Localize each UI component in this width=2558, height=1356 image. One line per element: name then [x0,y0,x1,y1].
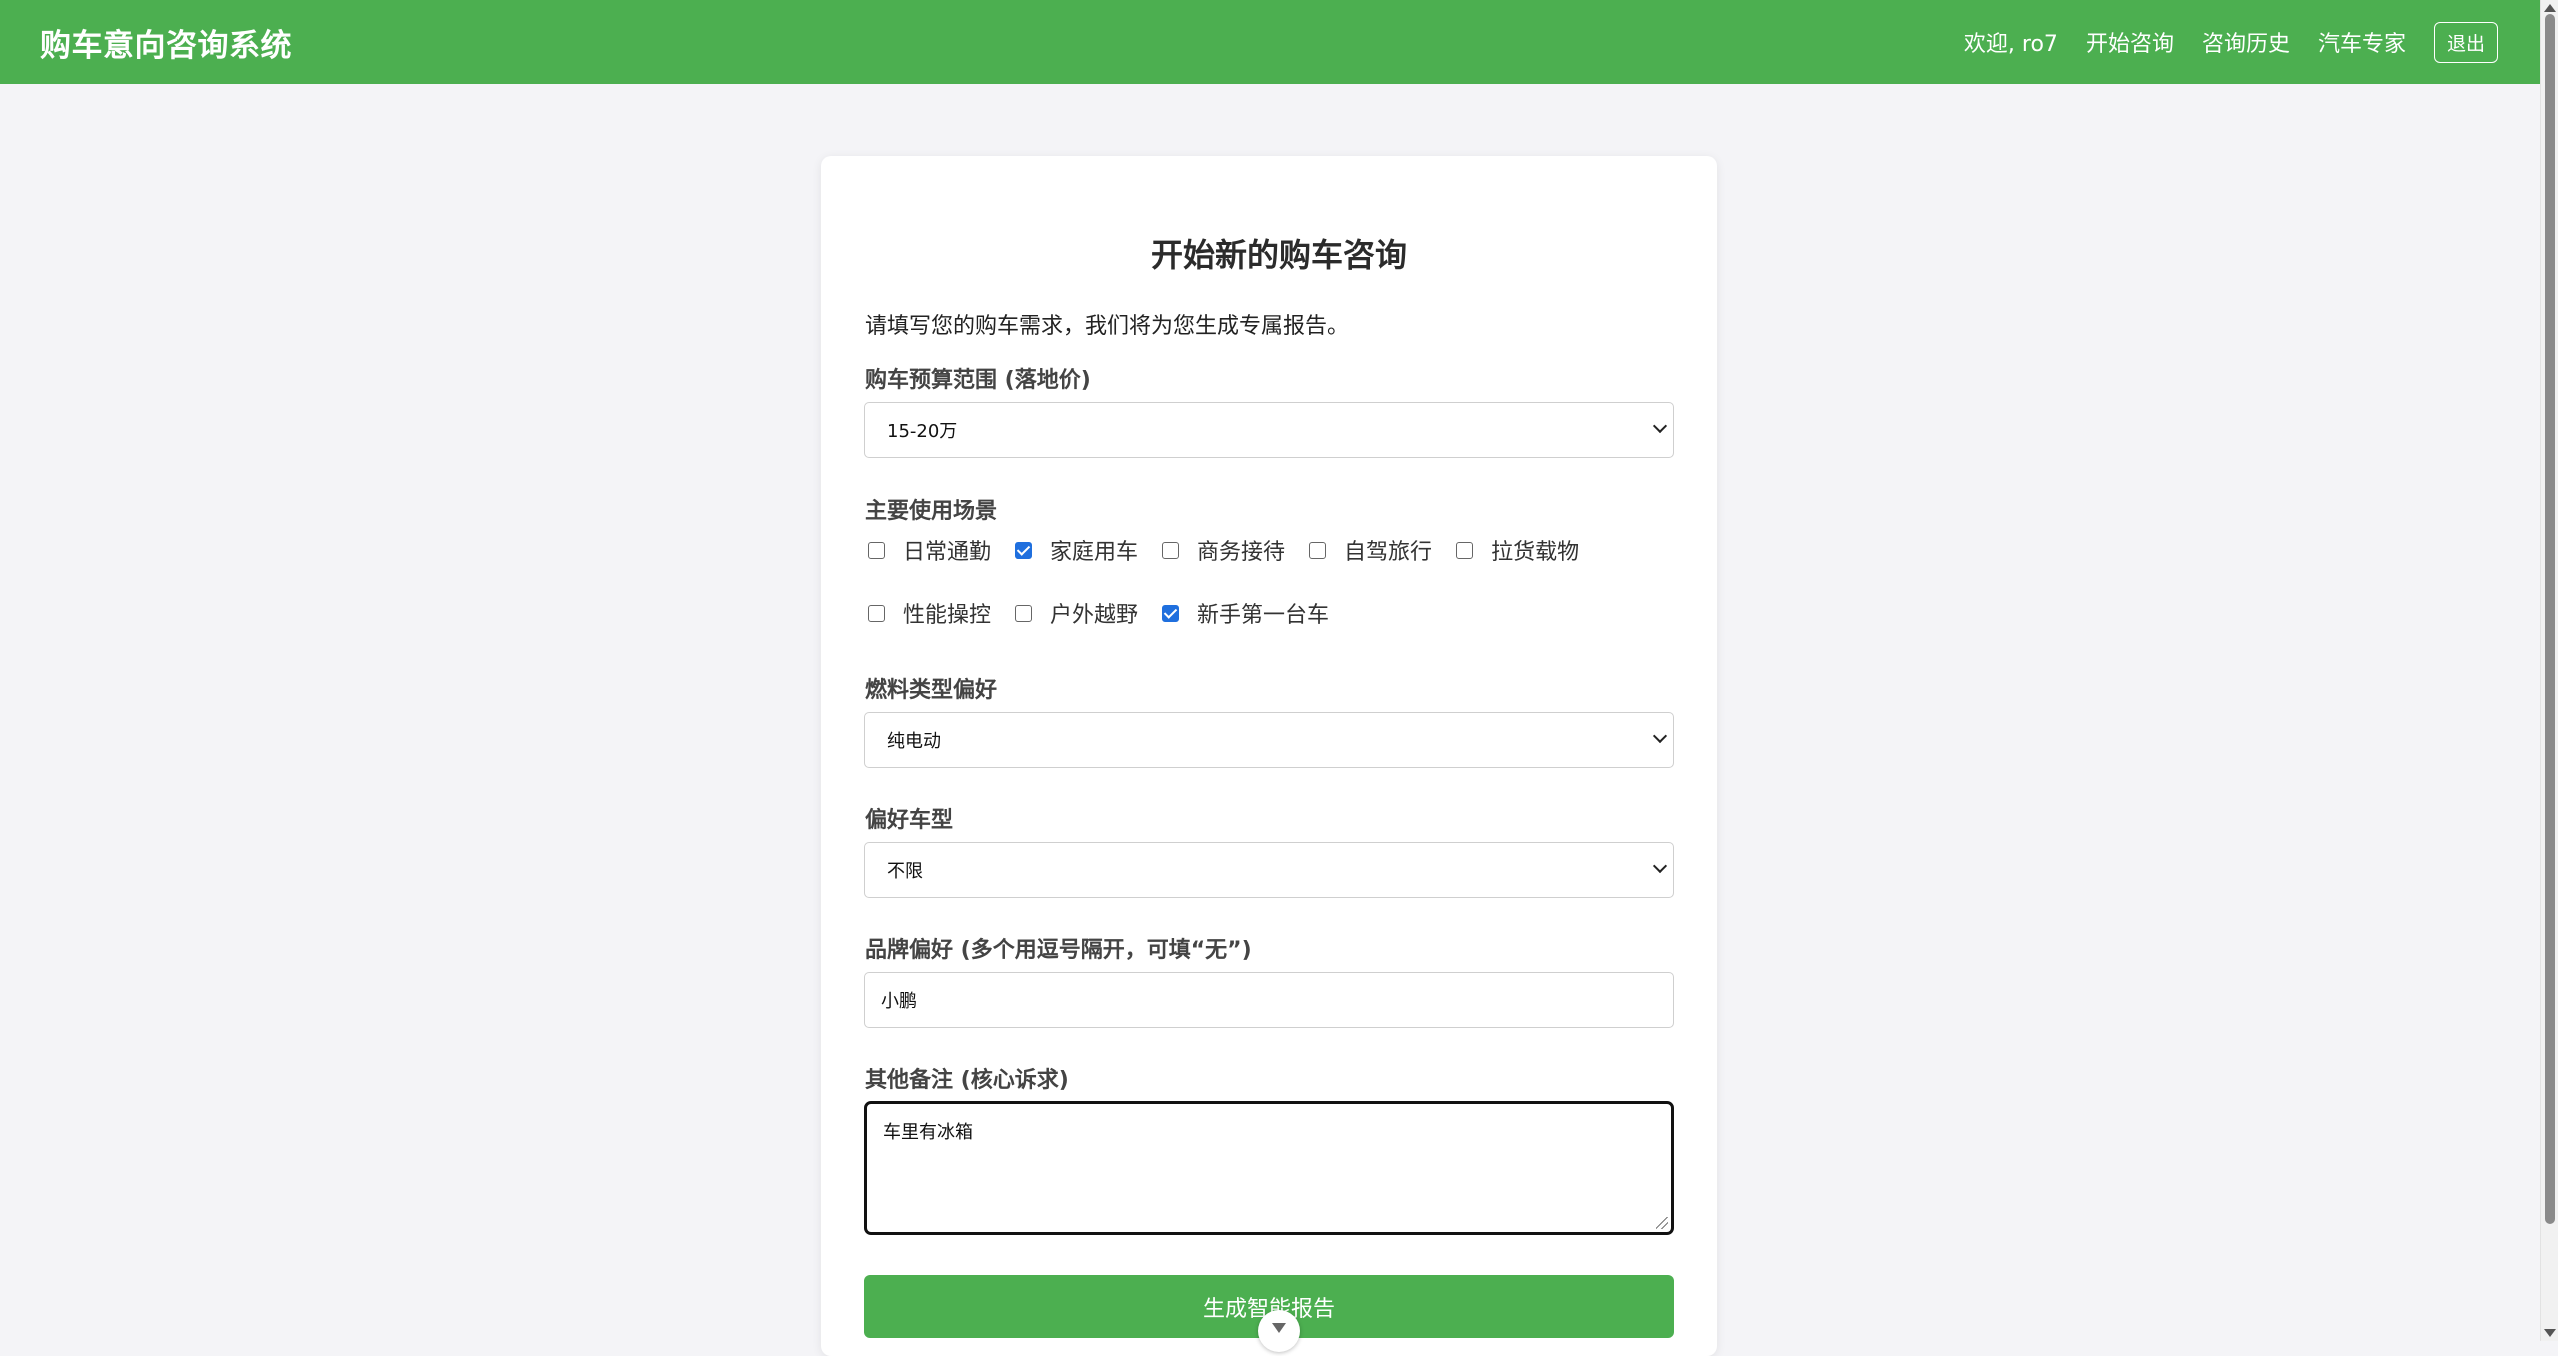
notes-label: 其他备注 (核心诉求) [865,1068,1069,1093]
budget-label: 购车预算范围 (落地价) [865,368,1091,393]
nav-expert[interactable]: 汽车专家 [2318,26,2406,58]
body-type-label: 偏好车型 [865,808,954,833]
logout-button[interactable]: 退出 [2433,21,2498,63]
form-intro: 请填写您的购车需求，我们将为您生成专属报告。 [865,314,1350,339]
checkbox-roadtrip[interactable] [1309,541,1327,559]
checkbox-label: 日常通勤 [903,540,992,565]
checkbox-label: 家庭用车 [1050,540,1139,565]
notes-textarea-value: 车里有冰箱 [883,1122,973,1143]
scroll-down-fab-icon[interactable] [1258,1310,1300,1352]
checkbox-first-car[interactable] [1162,604,1180,622]
scroll-thumb[interactable] [2545,14,2555,1224]
fuel-select[interactable]: 纯电动 [864,712,1674,768]
scroll-up-arrow-icon[interactable] [2544,4,2556,12]
scenario-option[interactable]: 新手第一台车 [1162,597,1329,629]
scroll-down-arrow-icon[interactable] [2544,1329,2556,1337]
scenario-option[interactable]: 商务接待 [1162,534,1285,566]
scenario-option[interactable]: 日常通勤 [868,534,991,566]
fuel-select-value: 纯电动 [887,731,941,752]
scenarios-row-2: 性能操控 户外越野 新手第一台车 [868,597,1353,629]
checkbox-commute[interactable] [868,541,885,559]
fuel-label: 燃料类型偏好 [865,678,998,703]
body-type-select-value: 不限 [887,861,923,882]
chevron-down-icon [1652,858,1668,874]
checkbox-label: 新手第一台车 [1197,603,1330,628]
scenarios-label: 主要使用场景 [865,499,998,524]
welcome-text: 欢迎, ro7 [1963,32,2058,57]
nav-history[interactable]: 咨询历史 [2202,26,2290,58]
checkbox-label: 户外越野 [1050,603,1139,628]
checkbox-offroad[interactable] [1015,604,1033,622]
checkbox-cargo[interactable] [1456,541,1474,559]
scenario-option[interactable]: 性能操控 [868,597,991,629]
page-scrollbar[interactable] [2540,0,2558,1341]
scenario-option[interactable]: 拉货载物 [1456,534,1579,566]
notes-textarea[interactable]: 车里有冰箱 [864,1101,1674,1235]
budget-select[interactable]: 15-20万 [864,402,1674,458]
checkbox-performance[interactable] [868,604,885,622]
chevron-down-icon [1652,728,1668,744]
brand-input[interactable]: 小鹏 [864,972,1674,1028]
scenarios-row-1: 日常通勤 家庭用车 商务接待 自驾旅行 拉货载物 [868,534,1603,566]
chevron-down-icon [1652,418,1668,434]
brand-label: 品牌偏好 (多个用逗号隔开，可填“无”) [865,938,1252,963]
nav-menu: 欢迎, ro7 开始咨询 咨询历史 汽车专家 退出 [1963,21,2498,63]
app-title[interactable]: 购车意向咨询系统 [40,20,292,65]
checkbox-label: 性能操控 [903,603,992,628]
scenario-option[interactable]: 自驾旅行 [1309,534,1432,566]
checkbox-label: 商务接待 [1197,540,1286,565]
budget-select-value: 15-20万 [887,421,958,442]
checkbox-label: 拉货载物 [1491,540,1580,565]
body-type-select[interactable]: 不限 [864,842,1674,898]
checkbox-family[interactable] [1015,541,1033,559]
form-title: 开始新的购车咨询 [1150,236,1407,274]
resize-grip-icon[interactable] [1656,1217,1668,1229]
checkbox-label: 自驾旅行 [1344,540,1433,565]
nav-start-consult[interactable]: 开始咨询 [2086,26,2174,58]
brand-input-value: 小鹏 [881,991,917,1012]
checkbox-business[interactable] [1162,541,1180,559]
scenario-option[interactable]: 家庭用车 [1015,534,1138,566]
scenario-option[interactable]: 户外越野 [1015,597,1138,629]
top-navbar: 购车意向咨询系统 欢迎, ro7 开始咨询 咨询历史 汽车专家 退出 [0,0,2540,84]
